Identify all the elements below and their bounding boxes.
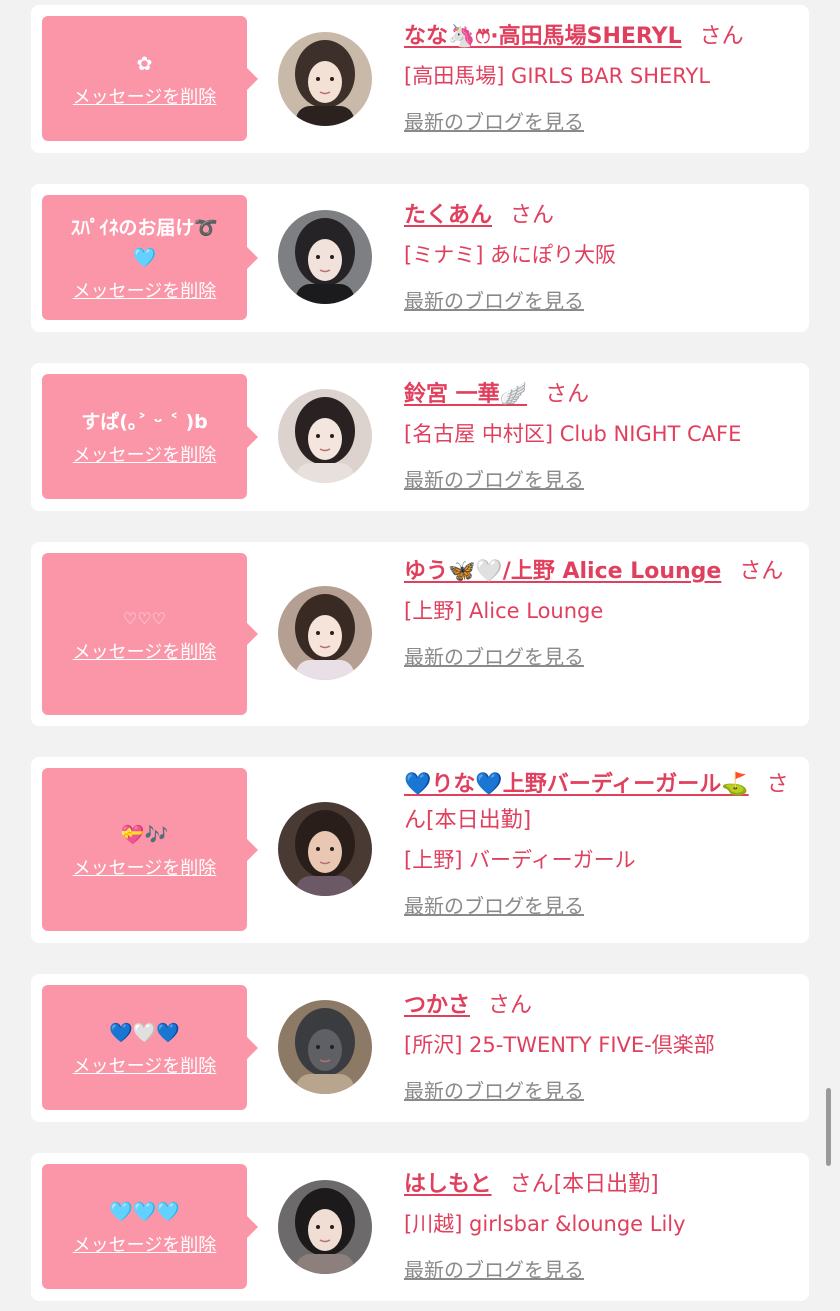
message-card: 💙🤍💙 メッセージを削除 つかさ さん [所沢] 25-TWENTY FIVE-倶楽部最… (31, 974, 809, 1122)
avatar-photo-icon (278, 32, 372, 126)
latest-blog-link[interactable]: 最新のブログを見る (404, 891, 584, 921)
message-text: 🩵🩵🩵 (109, 1200, 180, 1223)
scrollbar[interactable] (826, 1088, 831, 1166)
cast-name-link[interactable]: 💙りな💙上野バーディーガール⛳️ (404, 772, 749, 797)
message-bubble: ✿ メッセージを削除 (42, 16, 258, 141)
name-line: たくあん さん (404, 198, 799, 234)
avatar[interactable] (278, 389, 372, 483)
message-text: ｽﾊﾟｲﾈのお届け➰ 🩵 (70, 216, 219, 269)
avatar[interactable] (278, 586, 372, 680)
delete-message-link[interactable]: メッセージを削除 (73, 854, 217, 880)
message-card: 🩵🩵🩵 メッセージを削除 はしもと さん[本日出勤] [川越] girlsbar &lo… (31, 1153, 809, 1301)
latest-blog-link[interactable]: 最新のブログを見る (404, 642, 584, 672)
message-bubble: ｽﾊﾟｲﾈのお届け➰ 🩵 メッセージを削除 (42, 195, 258, 320)
latest-blog-link[interactable]: 最新のブログを見る (404, 107, 584, 137)
cast-info: 鈴宮 一華🪽 さん [名古屋 中村区] Club NIGHT CAFE 最新のブログを… (404, 377, 799, 495)
cast-info: ゆう🦋🤍/上野 Alice Lounge さん [上野] Alice Lounge 最… (404, 554, 799, 672)
avatar-photo-icon (278, 802, 372, 896)
name-line: 💙りな💙上野バーディーガール⛳️ さん[本日出勤] (404, 767, 799, 839)
honorific: さん (510, 203, 555, 228)
message-bubble: すぱ(｡˃ ᵕ ˂ )b メッセージを削除 (42, 374, 258, 499)
latest-blog-link[interactable]: 最新のブログを見る (404, 286, 584, 316)
message-card: ♡♡♡ メッセージを削除 ゆう🦋🤍/上野 Alice Lounge さん [上野] Al… (31, 542, 809, 726)
message-bubble: ♡♡♡ メッセージを削除 (42, 553, 258, 715)
name-line: ゆう🦋🤍/上野 Alice Lounge さん (404, 554, 799, 590)
shop-name: [高田馬場] GIRLS BAR SHERYL (404, 64, 711, 88)
message-text: ✿ (136, 52, 153, 75)
avatar-photo-icon (278, 586, 372, 680)
message-text: ♡♡♡ (122, 609, 167, 628)
shop-name: [川越] girlsbar &lounge Lily (404, 1212, 686, 1236)
cast-name-link[interactable]: 鈴宮 一華🪽 (404, 382, 527, 407)
honorific: さん (488, 993, 533, 1018)
latest-blog-link[interactable]: 最新のブログを見る (404, 465, 584, 495)
message-card: ｽﾊﾟｲﾈのお届け➰ 🩵 メッセージを削除 たくあん さん [ミナミ] あにぽり大阪最新… (31, 184, 809, 332)
message-card: ✿ メッセージを削除 なな🦄ෆ⃛·高田馬場SHERYL さん [高田馬場] GIRLS … (31, 5, 809, 153)
name-line: つかさ さん (404, 988, 799, 1024)
honorific: さん (545, 382, 590, 407)
shop-name: [名古屋 中村区] Club NIGHT CAFE (404, 422, 742, 446)
delete-message-link[interactable]: メッセージを削除 (73, 83, 217, 109)
latest-blog-link[interactable]: 最新のブログを見る (404, 1255, 584, 1285)
message-bubble: 💝🎶 メッセージを削除 (42, 768, 258, 931)
honorific: さん (509, 1172, 554, 1197)
message-text: 💝🎶 (120, 823, 169, 846)
cast-name-link[interactable]: なな🦄ෆ⃛·高田馬場SHERYL (404, 24, 682, 49)
honorific: さん (739, 559, 784, 584)
avatar[interactable] (278, 802, 372, 896)
delete-message-link[interactable]: メッセージを削除 (73, 1231, 217, 1257)
shop-name: [ミナミ] あにぽり大阪 (404, 243, 617, 267)
name-line: 鈴宮 一華🪽 さん (404, 377, 799, 413)
message-card: すぱ(｡˃ ᵕ ˂ )b メッセージを削除 鈴宮 一華🪽 さん [名古屋 中村区] Cl… (31, 363, 809, 511)
delete-message-link[interactable]: メッセージを削除 (73, 638, 217, 664)
cast-info: 💙りな💙上野バーディーガール⛳️ さん[本日出勤] [上野] バーディーガール最新の… (404, 767, 799, 921)
avatar-photo-icon (278, 210, 372, 304)
message-text: 💙🤍💙 (109, 1021, 180, 1044)
avatar[interactable] (278, 1000, 372, 1094)
cast-name-link[interactable]: ゆう🦋🤍/上野 Alice Lounge (404, 559, 721, 584)
avatar-photo-icon (278, 1180, 372, 1274)
latest-blog-link[interactable]: 最新のブログを見る (404, 1076, 584, 1106)
name-line: はしもと さん[本日出勤] (404, 1167, 799, 1203)
delete-message-link[interactable]: メッセージを削除 (73, 277, 217, 303)
message-text: すぱ(｡˃ ᵕ ˂ )b (81, 410, 208, 433)
shop-name: [所沢] 25-TWENTY FIVE-倶楽部 (404, 1033, 715, 1057)
message-bubble: 💙🤍💙 メッセージを削除 (42, 985, 258, 1110)
delete-message-link[interactable]: メッセージを削除 (73, 441, 217, 467)
delete-message-link[interactable]: メッセージを削除 (73, 1052, 217, 1078)
shop-name: [上野] Alice Lounge (404, 599, 604, 623)
cast-info: はしもと さん[本日出勤] [川越] girlsbar &lounge Lily 最新… (404, 1167, 799, 1285)
cast-info: なな🦄ෆ⃛·高田馬場SHERYL さん [高田馬場] GIRLS BAR SHERY… (404, 19, 799, 137)
avatar[interactable] (278, 210, 372, 304)
avatar-photo-icon (278, 1000, 372, 1094)
avatar-photo-icon (278, 389, 372, 483)
message-card: 💝🎶 メッセージを削除 💙りな💙上野バーディーガール⛳️ さん[本日出勤] [上野] バ… (31, 757, 809, 943)
cast-info: たくあん さん [ミナミ] あにぽり大阪最新のブログを見る (404, 198, 799, 316)
cast-name-link[interactable]: つかさ (404, 993, 470, 1018)
shop-name: [上野] バーディーガール (404, 848, 636, 872)
work-status: [本日出勤] (553, 1172, 659, 1197)
work-status: [本日出勤] (426, 808, 532, 833)
honorific: さん (699, 24, 744, 49)
name-line: なな🦄ෆ⃛·高田馬場SHERYL さん (404, 19, 799, 55)
avatar[interactable] (278, 1180, 372, 1274)
message-bubble: 🩵🩵🩵 メッセージを削除 (42, 1164, 258, 1289)
cast-name-link[interactable]: たくあん (404, 203, 492, 228)
avatar[interactable] (278, 32, 372, 126)
cast-info: つかさ さん [所沢] 25-TWENTY FIVE-倶楽部最新のブログを見る (404, 988, 799, 1106)
cast-name-link[interactable]: はしもと (404, 1172, 492, 1197)
